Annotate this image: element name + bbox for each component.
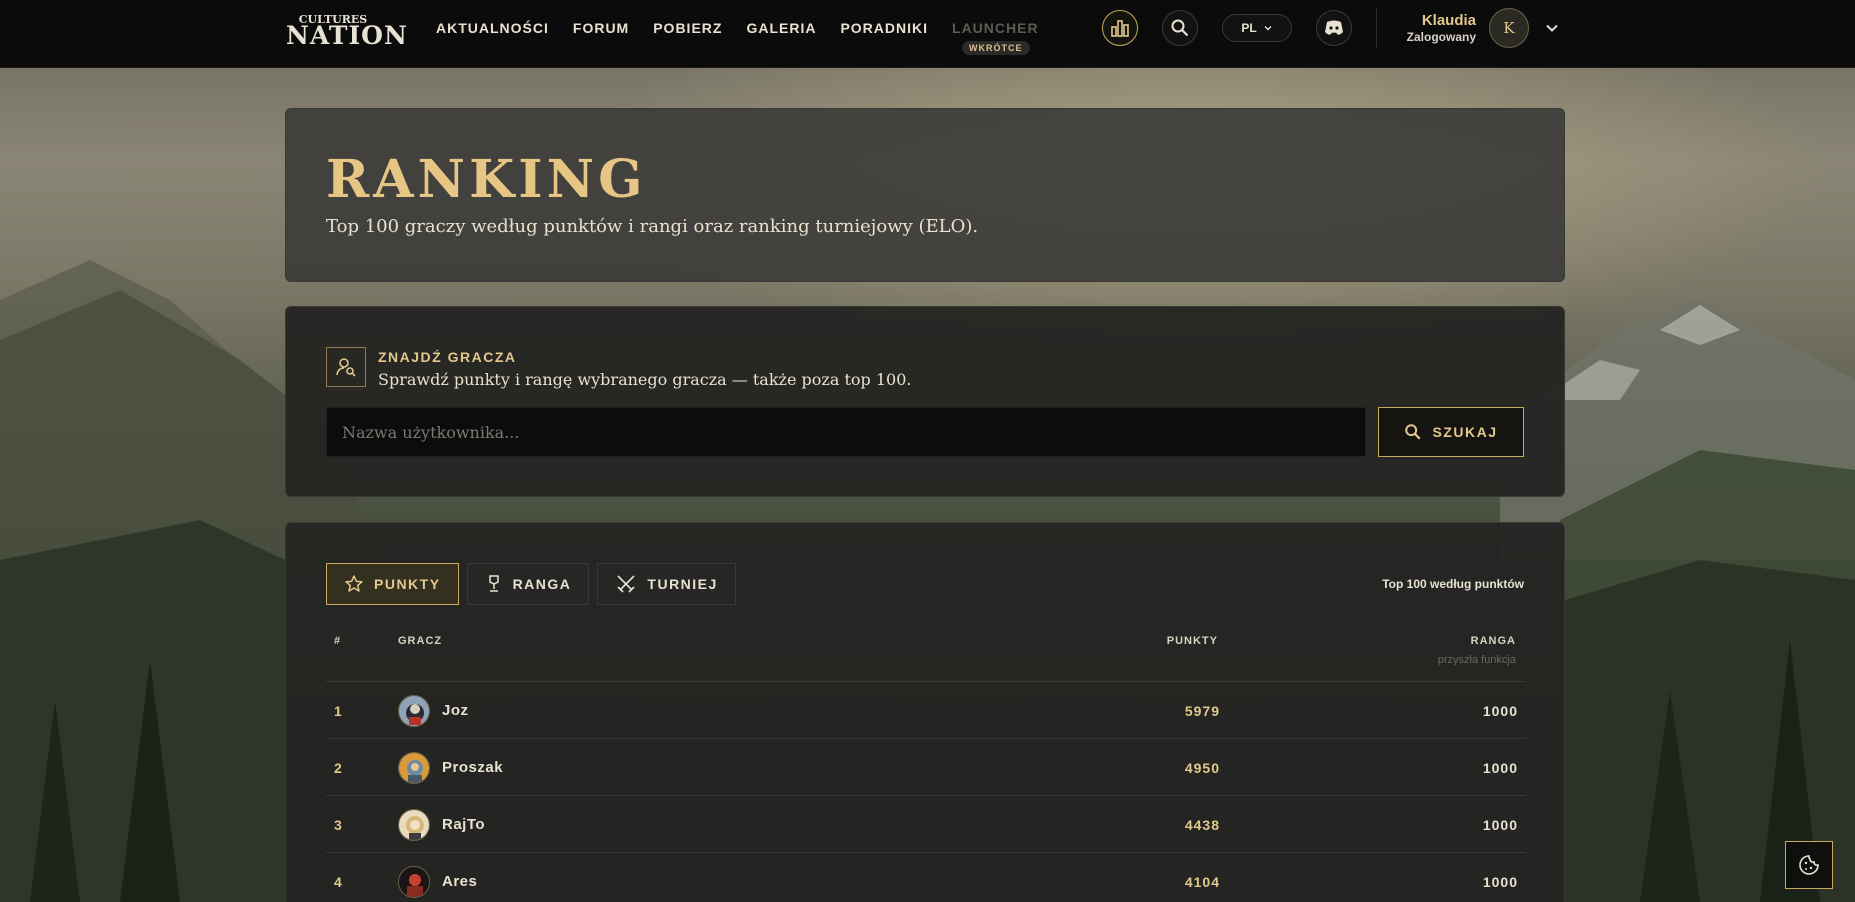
player-avatar [398,809,430,841]
ranking-table-panel: PUNKTY RANGA TURNIEJ Top 100 według punk… [285,522,1565,902]
medal-icon [488,575,499,592]
page-subtitle: Top 100 graczy według punktów i rangi or… [326,216,979,237]
logo-bottom-text: NATION [286,21,408,50]
ranking-note: Top 100 według punktów [1382,577,1524,591]
tab-ranga-label: RANGA [512,576,572,592]
tab-ranga[interactable]: RANGA [466,563,590,605]
search-button[interactable] [1162,10,1198,46]
nav-item-forum[interactable]: FORUM [573,20,629,36]
nav-item-galeria[interactable]: GALERIA [746,20,816,36]
row-position: 1 [334,703,342,719]
find-user-icon [326,347,366,387]
nav-item-launcher-label: LAUNCHER [952,20,1039,36]
crossed-swords-icon [617,575,635,593]
top-navbar: CULTURES NATION AKTUALNOŚCI FORUM POBIER… [0,0,1855,68]
find-player-title: ZNAJDŹ GRACZA [378,349,517,365]
nav-item-pobierz[interactable]: POBIERZ [653,20,722,36]
nav-item-launcher: LAUNCHER WKRÓTCE [952,20,1039,55]
tab-punkty[interactable]: PUNKTY [326,563,459,605]
search-icon [1171,19,1189,37]
nav-item-aktualnosci[interactable]: AKTUALNOŚCI [436,20,549,36]
discord-button[interactable] [1316,10,1352,46]
coming-soon-badge: WKRÓTCE [962,41,1030,55]
tab-turniej-label: TURNIEJ [647,576,718,592]
column-header-points: PUNKTY [1166,635,1218,647]
player-points: 4104 [1184,874,1220,890]
player-avatar [398,695,430,727]
site-logo[interactable]: CULTURES NATION [286,10,408,56]
search-icon [1405,424,1421,440]
column-header-player: GRACZ [398,635,443,647]
player-avatar [398,866,430,898]
player-points: 4438 [1184,817,1220,833]
user-name: Klaudia [1421,12,1476,29]
player-name[interactable]: RajTo [442,816,485,833]
column-header-grade: RANGA [1470,635,1516,647]
find-player-subtitle: Sprawdź punkty i rangę wybranego gracza … [378,370,912,389]
bar-chart-icon [1111,20,1129,37]
player-name[interactable]: Joz [442,702,469,719]
row-position: 2 [334,760,342,776]
table-row[interactable]: 1 Joz 5979 1000 [326,682,1526,739]
ranking-tabs: PUNKTY RANGA TURNIEJ [326,563,736,605]
star-icon [345,575,363,592]
search-submit-button[interactable]: SZUKAJ [1378,407,1524,457]
chevron-down-icon [1264,26,1272,31]
page-title: RANKING [326,149,647,210]
row-position: 4 [334,874,342,890]
language-label: PL [1241,21,1257,35]
main-nav: AKTUALNOŚCI FORUM POBIERZ GALERIA PORADN… [436,20,1063,55]
tab-turniej[interactable]: TURNIEJ [597,563,736,605]
table-row[interactable]: 2 Proszak 4950 1000 [326,739,1526,796]
column-header-rank: # [334,635,342,647]
ranking-button[interactable] [1102,10,1138,46]
nav-divider [1376,8,1377,48]
player-grade: 1000 [1482,874,1518,890]
column-header-grade-note: przyszła funkcja [1437,654,1516,666]
find-player-panel: ZNAJDŹ GRACZA Sprawdź punkty i rangę wyb… [285,306,1565,497]
cookie-icon [1799,855,1819,875]
player-grade: 1000 [1482,703,1518,719]
player-name[interactable]: Proszak [442,759,503,776]
user-menu-chevron-icon[interactable] [1544,20,1560,36]
player-grade: 1000 [1482,817,1518,833]
row-position: 3 [334,817,342,833]
player-grade: 1000 [1482,760,1518,776]
player-points: 5979 [1184,703,1220,719]
table-row[interactable]: 4 Ares 4104 1000 [326,853,1526,902]
search-button-label: SZUKAJ [1432,424,1498,440]
user-status: Zalogowany [1406,30,1476,44]
cookie-settings-button[interactable] [1785,841,1833,889]
ranking-hero: RANKING Top 100 graczy według punktów i … [285,108,1565,282]
user-avatar[interactable]: K [1489,8,1529,48]
language-select[interactable]: PL [1222,14,1292,42]
table-row[interactable]: 3 RajTo 4438 1000 [326,796,1526,853]
nav-item-poradniki[interactable]: PORADNIKI [840,20,928,36]
username-search-input[interactable] [326,407,1366,457]
player-points: 4950 [1184,760,1220,776]
discord-icon [1325,20,1343,35]
player-avatar [398,752,430,784]
tab-punkty-label: PUNKTY [374,576,441,592]
player-name[interactable]: Ares [442,873,477,890]
